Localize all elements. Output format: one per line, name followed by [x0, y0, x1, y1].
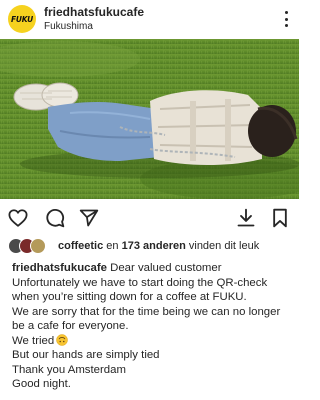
- post-photo[interactable]: [0, 39, 299, 199]
- caption-line: be a cafe for everyone.: [12, 320, 129, 332]
- caption-line: We are sorry that for the time being we …: [12, 305, 281, 318]
- post-location[interactable]: Fukushima: [44, 21, 93, 32]
- likes-connector: en: [103, 240, 122, 252]
- upside-down-face-emoji-icon: [56, 333, 68, 346]
- caption-line: when you’re sitting down for a coffee at…: [12, 291, 247, 303]
- caption-line: friedhatsfukucafe Dear valued customer: [12, 261, 294, 276]
- post-username[interactable]: friedhatsfukucafe: [44, 5, 144, 19]
- caption-username[interactable]: friedhatsfukucafe: [12, 262, 107, 274]
- download-icon[interactable]: [234, 206, 258, 230]
- paper-plane-icon[interactable]: [77, 206, 101, 230]
- caption-line: Unfortunately we have to start doing the…: [12, 276, 268, 289]
- likes-count[interactable]: 173 anderen: [122, 240, 186, 252]
- post-header: FUKU friedhatsfukucafe Fukushima: [0, 0, 299, 38]
- avatar-logo-text: FUKU: [10, 14, 34, 24]
- caption-line: But our hands are simply tied: [12, 349, 160, 361]
- caption-text: Dear valued customer: [110, 262, 222, 274]
- likes-suffix: vinden dit leuk: [185, 240, 260, 252]
- post-action-bar: [0, 202, 299, 232]
- likes-summary: coffeetic en 173 anderen vinden dit leuk: [58, 240, 259, 252]
- post-caption: friedhatsfukucafe Dear valued customer U…: [12, 261, 294, 392]
- comment-bubble-icon[interactable]: [43, 206, 67, 230]
- photo-person-lying-on-grass: [0, 39, 299, 199]
- liker-avatar: [30, 238, 46, 254]
- more-options-icon[interactable]: [279, 8, 293, 30]
- liker-avatars: [8, 237, 54, 255]
- caption-line: We tried: [12, 333, 294, 349]
- likes-row[interactable]: coffeetic en 173 anderen vinden dit leuk: [8, 237, 293, 255]
- heart-outline-icon[interactable]: [6, 206, 30, 230]
- profile-avatar[interactable]: FUKU: [8, 5, 36, 33]
- caption-text: We tried: [12, 334, 55, 347]
- caption-line: Good night.: [12, 378, 71, 390]
- liker-username[interactable]: coffeetic: [58, 240, 103, 252]
- caption-line: Thank you Amsterdam: [12, 363, 126, 376]
- bookmark-icon[interactable]: [268, 206, 292, 230]
